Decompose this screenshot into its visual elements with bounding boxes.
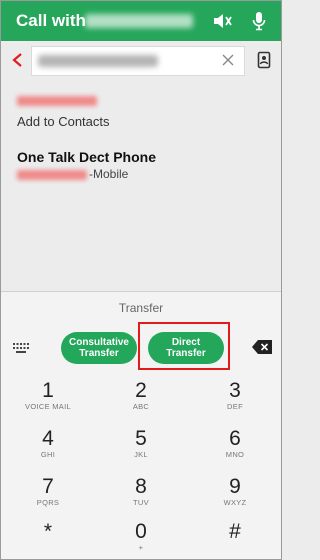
- add-to-contacts-link[interactable]: Add to Contacts: [17, 114, 110, 129]
- key-2[interactable]: 2 ABC: [94, 380, 188, 412]
- key-7[interactable]: 7 PQRS: [1, 476, 95, 508]
- key-letters: +: [138, 543, 144, 552]
- key-number: 5: [135, 427, 147, 450]
- consult-label-line1: Consultative: [68, 337, 129, 348]
- redacted-caller-number: [85, 14, 193, 28]
- contact-type-label: -Mobile: [89, 167, 129, 181]
- contact-name[interactable]: One Talk Dect Phone: [17, 149, 156, 165]
- key-number: 3: [229, 379, 241, 402]
- dial-keypad: Transfer Consultative Transfer Direct Tran…: [1, 292, 281, 559]
- key-letters: GHI: [40, 450, 56, 459]
- key-star[interactable]: *: [1, 521, 95, 543]
- key-5[interactable]: 5 JKL: [94, 428, 188, 460]
- key-number: 7: [42, 475, 54, 498]
- search-row: [1, 41, 281, 79]
- contact-number-line[interactable]: -Mobile: [17, 167, 128, 181]
- key-6[interactable]: 6 MNO: [188, 427, 281, 460]
- redacted-input-number: [38, 55, 158, 67]
- key-1[interactable]: 1 VOICE MAIL: [1, 380, 95, 412]
- key-number: 4: [42, 427, 54, 450]
- redacted-contact-number: [17, 169, 87, 180]
- key-letters: WXYZ: [223, 498, 247, 507]
- key-number: 2: [135, 379, 147, 402]
- key-number: 6: [229, 427, 241, 450]
- speaker-mute-icon[interactable]: [212, 11, 232, 31]
- highlight-box: [138, 322, 230, 370]
- key-number: *: [43, 520, 53, 543]
- redacted-number-result[interactable]: [17, 93, 97, 111]
- key-number: 9: [229, 475, 241, 498]
- key-letters: PQRS: [36, 498, 60, 507]
- key-letters: DEF: [227, 402, 243, 411]
- key-letters: MNO: [225, 450, 245, 459]
- key-4[interactable]: 4 GHI: [1, 428, 95, 460]
- header-title: Call with: [16, 11, 86, 30]
- key-9[interactable]: 9 WXYZ: [188, 475, 281, 508]
- key-3[interactable]: 3 DEF: [188, 379, 281, 412]
- consultative-transfer-button[interactable]: Consultative Transfer: [61, 332, 137, 364]
- key-letters: VOICE MAIL: [25, 402, 71, 411]
- keyboard-icon[interactable]: [13, 343, 29, 353]
- key-number: 0: [135, 520, 147, 543]
- key-number: 8: [135, 475, 147, 498]
- redacted-number: [17, 96, 97, 106]
- key-0[interactable]: 0 +: [94, 521, 188, 553]
- microphone-icon[interactable]: [252, 11, 266, 31]
- back-chevron-icon[interactable]: [11, 52, 25, 68]
- key-number: 1: [42, 379, 54, 402]
- close-icon[interactable]: [222, 54, 234, 66]
- backspace-icon[interactable]: [252, 340, 272, 354]
- key-hash[interactable]: #: [188, 520, 281, 543]
- transfer-label: Transfer: [118, 301, 164, 315]
- key-letters: JKL: [134, 450, 148, 459]
- phone-screen: Call with Add to Contacts One Talk Dect …: [0, 0, 282, 560]
- key-8[interactable]: 8 TUV: [94, 476, 188, 508]
- key-number: #: [229, 520, 241, 543]
- key-letters: ABC: [132, 402, 150, 411]
- consult-label-line2: Transfer: [79, 348, 119, 359]
- call-header: Call with: [1, 1, 281, 41]
- number-input[interactable]: [31, 46, 245, 76]
- contacts-book-icon[interactable]: [257, 51, 271, 69]
- key-letters: TUV: [133, 498, 149, 507]
